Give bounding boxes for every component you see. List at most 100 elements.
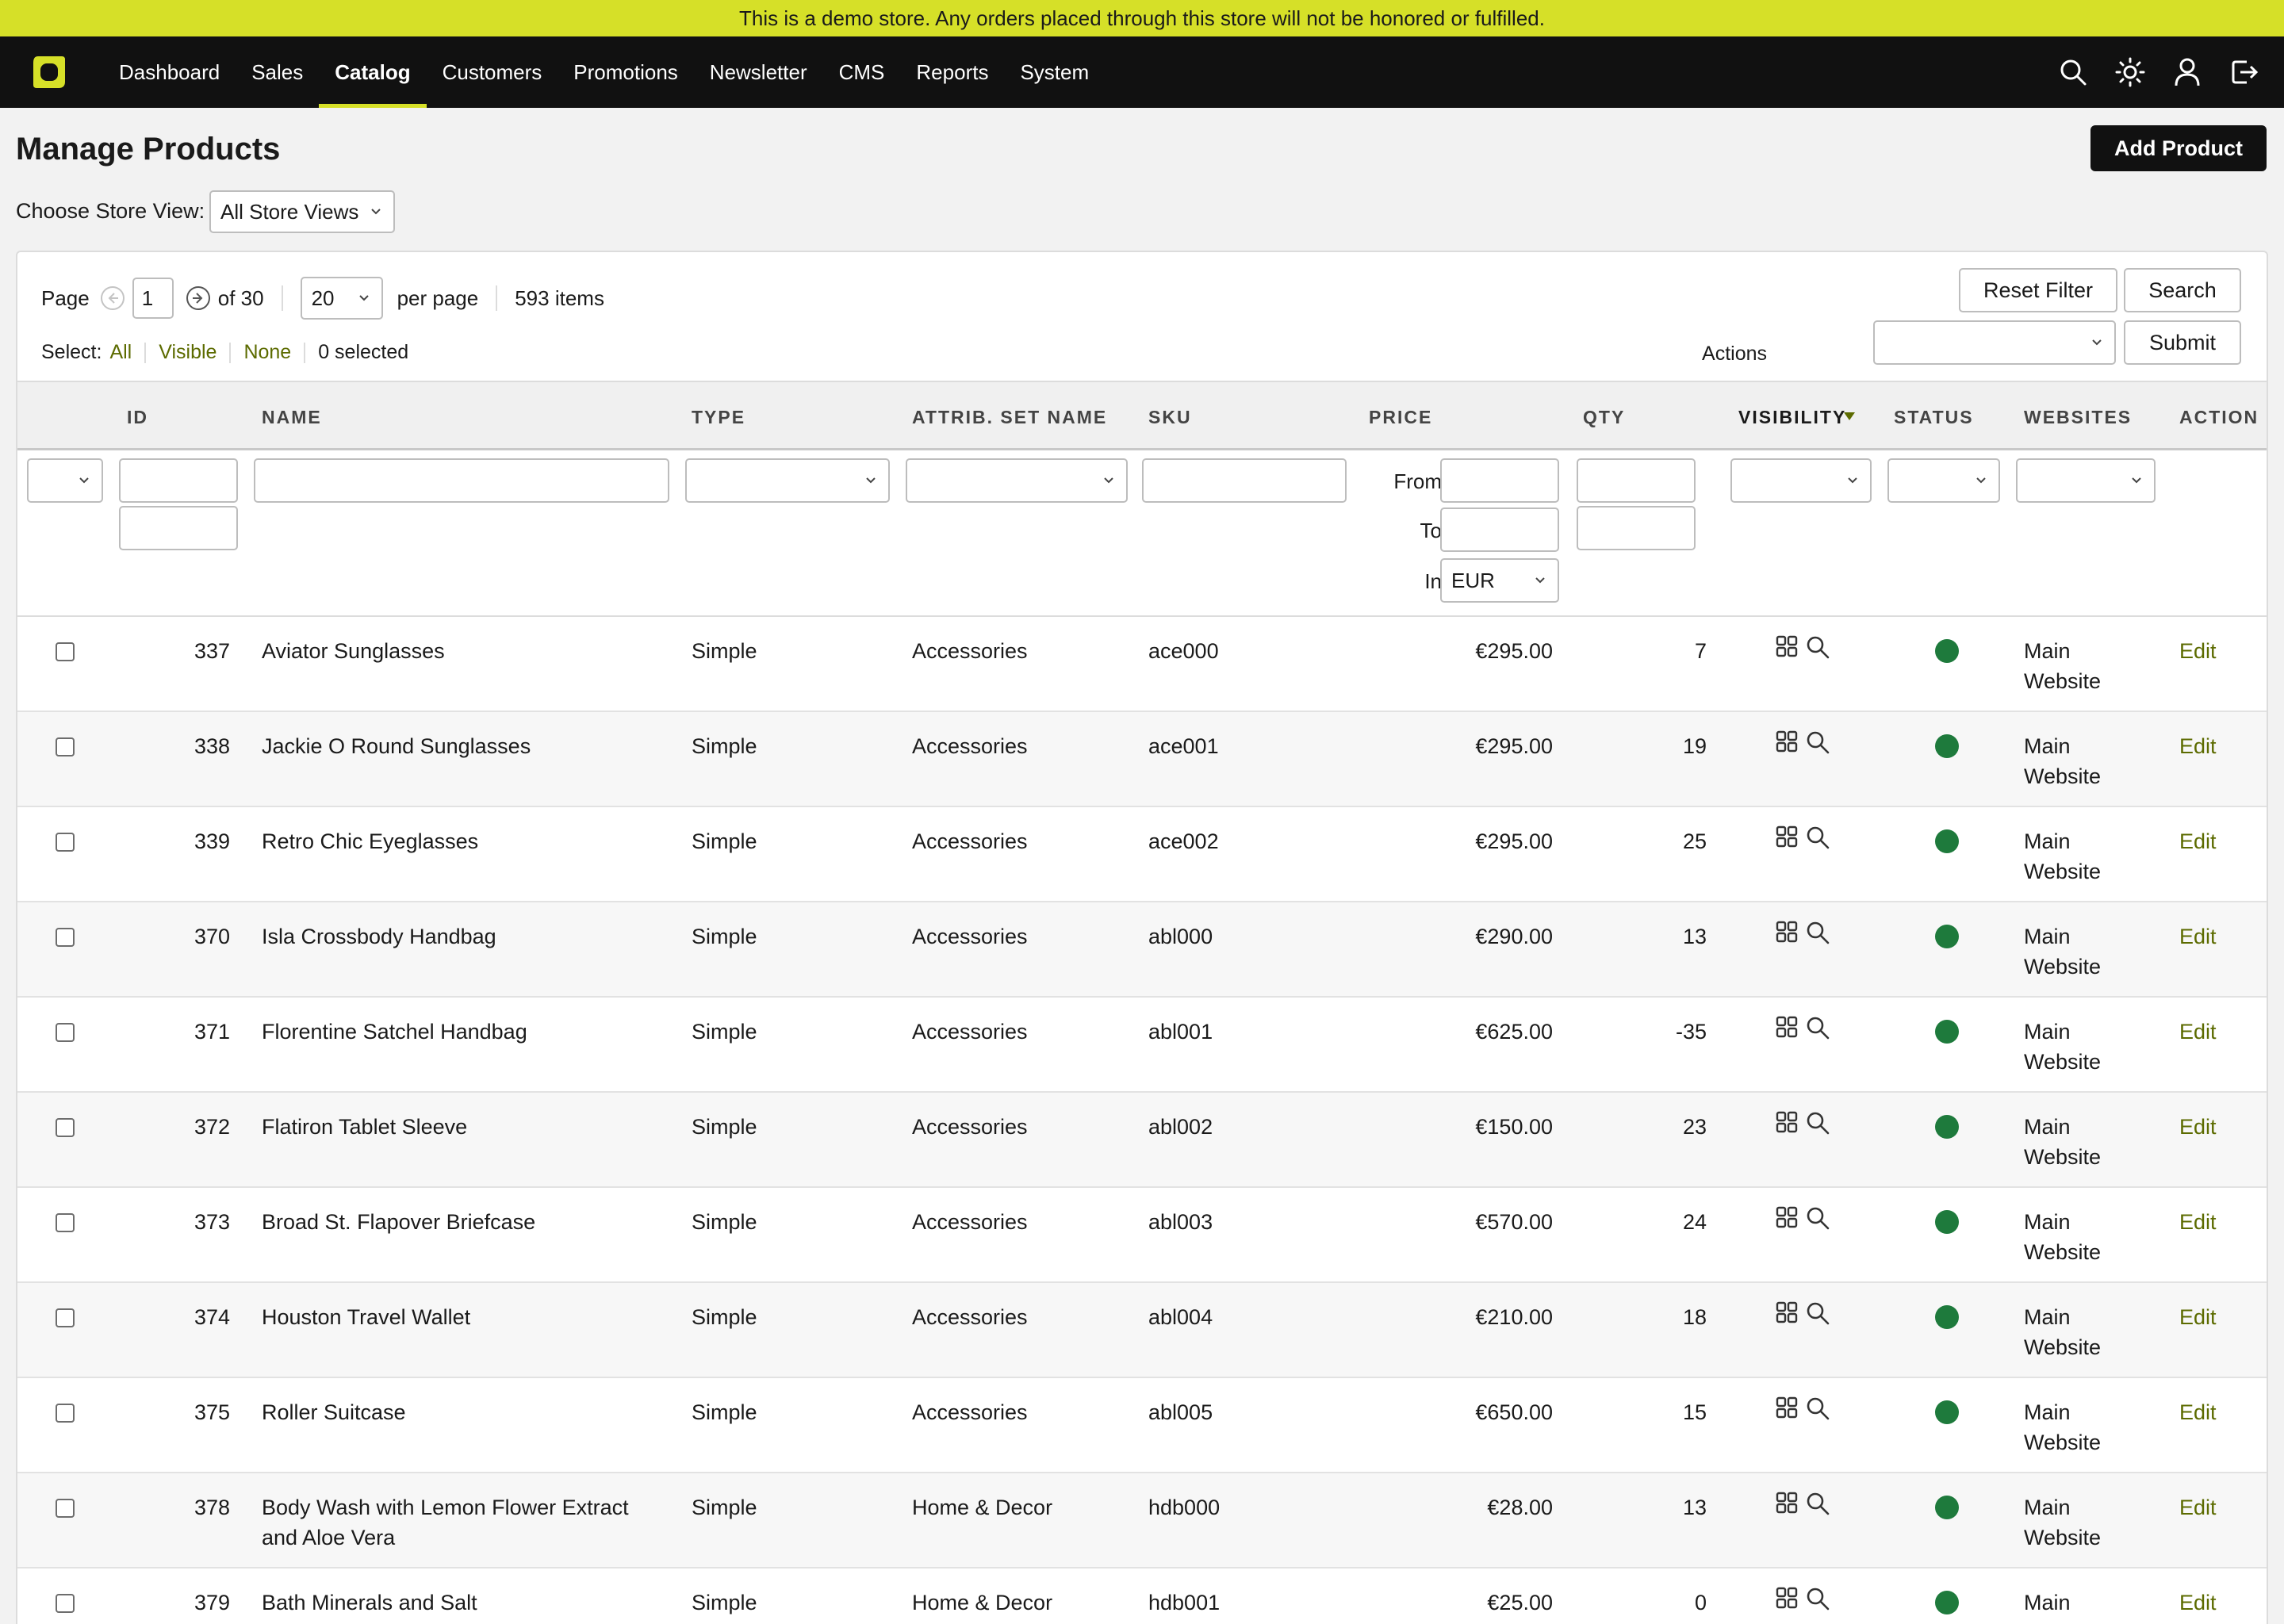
page-number-input[interactable]: 1 <box>132 278 174 319</box>
search-icon[interactable] <box>1805 1491 1830 1516</box>
table-row[interactable]: 370 Isla Crossbody Handbag Simple Access… <box>17 902 2267 998</box>
add-product-button[interactable]: Add Product <box>2090 125 2267 171</box>
search-icon[interactable] <box>1805 1396 1830 1421</box>
table-row[interactable]: 337 Aviator Sunglasses Simple Accessorie… <box>17 617 2267 712</box>
table-row[interactable]: 339 Retro Chic Eyeglasses Simple Accesso… <box>17 807 2267 902</box>
grid-icon[interactable] <box>1775 1396 1799 1419</box>
nav-item-sales[interactable]: Sales <box>236 36 319 108</box>
row-checkbox[interactable] <box>56 1594 75 1613</box>
edit-link[interactable]: Edit <box>2179 1588 2217 1618</box>
edit-link[interactable]: Edit <box>2179 1207 2217 1237</box>
grid-icon[interactable] <box>1775 825 1799 848</box>
search-icon[interactable] <box>1805 634 1830 660</box>
grid-icon[interactable] <box>1775 730 1799 753</box>
row-checkbox[interactable] <box>56 1404 75 1423</box>
edit-link[interactable]: Edit <box>2179 1492 2217 1522</box>
table-row[interactable]: 375 Roller Suitcase Simple Accessories a… <box>17 1378 2267 1473</box>
row-checkbox[interactable] <box>56 1308 75 1327</box>
filter-price-from-input[interactable] <box>1440 458 1559 503</box>
edit-link[interactable]: Edit <box>2179 1397 2217 1427</box>
row-checkbox[interactable] <box>56 1499 75 1518</box>
mass-actions-select[interactable] <box>1873 320 2116 365</box>
grid-icon[interactable] <box>1775 1110 1799 1134</box>
edit-link[interactable]: Edit <box>2179 636 2217 666</box>
filter-attrib-set-select[interactable] <box>906 458 1128 503</box>
filter-visibility-select[interactable] <box>1730 458 1872 503</box>
filter-id-to-input[interactable] <box>119 506 238 550</box>
edit-link[interactable]: Edit <box>2179 921 2217 952</box>
edit-link[interactable]: Edit <box>2179 826 2217 856</box>
nav-item-customers[interactable]: Customers <box>427 36 558 108</box>
filter-qty-to-input[interactable] <box>1577 506 1696 550</box>
column-status[interactable]: STATUS <box>1894 382 1974 452</box>
previous-page-icon[interactable] <box>99 285 126 312</box>
per-page-select[interactable]: 20 <box>300 277 383 320</box>
search-icon[interactable] <box>1805 825 1830 850</box>
nav-item-promotions[interactable]: Promotions <box>558 36 694 108</box>
filter-websites-select[interactable] <box>2016 458 2156 503</box>
column-price[interactable]: PRICE <box>1369 382 1432 452</box>
row-checkbox[interactable] <box>56 1023 75 1042</box>
filter-id-from-input[interactable] <box>119 458 238 503</box>
search-icon[interactable] <box>1805 920 1830 945</box>
select-visible-link[interactable]: Visible <box>159 341 217 364</box>
table-row[interactable]: 371 Florentine Satchel Handbag Simple Ac… <box>17 998 2267 1093</box>
filter-status-select[interactable] <box>1887 458 2000 503</box>
search-icon[interactable] <box>1805 1586 1830 1611</box>
user-icon[interactable] <box>2159 36 2216 108</box>
search-icon[interactable] <box>2044 36 2102 108</box>
column-id[interactable]: ID <box>127 382 148 452</box>
filter-currency-select[interactable]: EUR <box>1440 558 1559 603</box>
table-row[interactable]: 378 Body Wash with Lemon Flower Extract a… <box>17 1473 2267 1568</box>
column-name[interactable]: NAME <box>262 382 322 452</box>
grid-icon[interactable] <box>1775 1491 1799 1515</box>
nav-item-newsletter[interactable]: Newsletter <box>694 36 823 108</box>
column-sku[interactable]: SKU <box>1148 382 1192 452</box>
row-checkbox[interactable] <box>56 928 75 947</box>
next-page-icon[interactable] <box>185 285 212 312</box>
nav-item-reports[interactable]: Reports <box>900 36 1004 108</box>
theme-toggle-icon[interactable] <box>2102 36 2159 108</box>
edit-link[interactable]: Edit <box>2179 1302 2217 1332</box>
row-checkbox[interactable] <box>56 642 75 661</box>
reset-filter-button[interactable]: Reset Filter <box>1959 268 2117 312</box>
nav-item-cms[interactable]: CMS <box>823 36 901 108</box>
row-checkbox[interactable] <box>56 833 75 852</box>
table-row[interactable]: 372 Flatiron Tablet Sleeve Simple Access… <box>17 1093 2267 1188</box>
table-row[interactable]: 379 Bath Minerals and Salt Simple Home &… <box>17 1568 2267 1624</box>
grid-icon[interactable] <box>1775 920 1799 944</box>
edit-link[interactable]: Edit <box>2179 1017 2217 1047</box>
grid-icon[interactable] <box>1775 1015 1799 1039</box>
edit-link[interactable]: Edit <box>2179 731 2217 761</box>
nav-item-catalog[interactable]: Catalog <box>319 36 427 108</box>
column-attrib-set[interactable]: ATTRIB. SET NAME <box>912 382 1107 452</box>
column-type[interactable]: TYPE <box>692 382 745 452</box>
row-checkbox[interactable] <box>56 1213 75 1232</box>
search-button[interactable]: Search <box>2124 268 2241 312</box>
grid-icon[interactable] <box>1775 1586 1799 1610</box>
grid-icon[interactable] <box>1775 634 1799 658</box>
column-qty[interactable]: QTY <box>1583 382 1625 452</box>
logo-icon[interactable] <box>30 53 68 91</box>
logout-icon[interactable] <box>2216 36 2273 108</box>
search-icon[interactable] <box>1805 1205 1830 1231</box>
select-all-link[interactable]: All <box>109 341 132 364</box>
select-none-link[interactable]: None <box>243 341 291 364</box>
filter-sku-input[interactable] <box>1142 458 1347 503</box>
edit-link[interactable]: Edit <box>2179 1112 2217 1142</box>
filter-price-to-input[interactable] <box>1440 508 1559 552</box>
table-row[interactable]: 373 Broad St. Flapover Briefcase Simple … <box>17 1188 2267 1283</box>
row-checkbox[interactable] <box>56 1118 75 1137</box>
column-visibility[interactable]: VISIBILITY <box>1738 382 1846 452</box>
filter-type-select[interactable] <box>685 458 890 503</box>
search-icon[interactable] <box>1805 730 1830 755</box>
search-icon[interactable] <box>1805 1015 1830 1040</box>
filter-massaction-select[interactable] <box>27 458 103 503</box>
filter-name-input[interactable] <box>254 458 669 503</box>
table-row[interactable]: 374 Houston Travel Wallet Simple Accesso… <box>17 1283 2267 1378</box>
submit-button[interactable]: Submit <box>2124 320 2241 365</box>
search-icon[interactable] <box>1805 1300 1830 1326</box>
grid-icon[interactable] <box>1775 1300 1799 1324</box>
table-row[interactable]: 338 Jackie O Round Sunglasses Simple Acc… <box>17 712 2267 807</box>
nav-item-system[interactable]: System <box>1004 36 1105 108</box>
